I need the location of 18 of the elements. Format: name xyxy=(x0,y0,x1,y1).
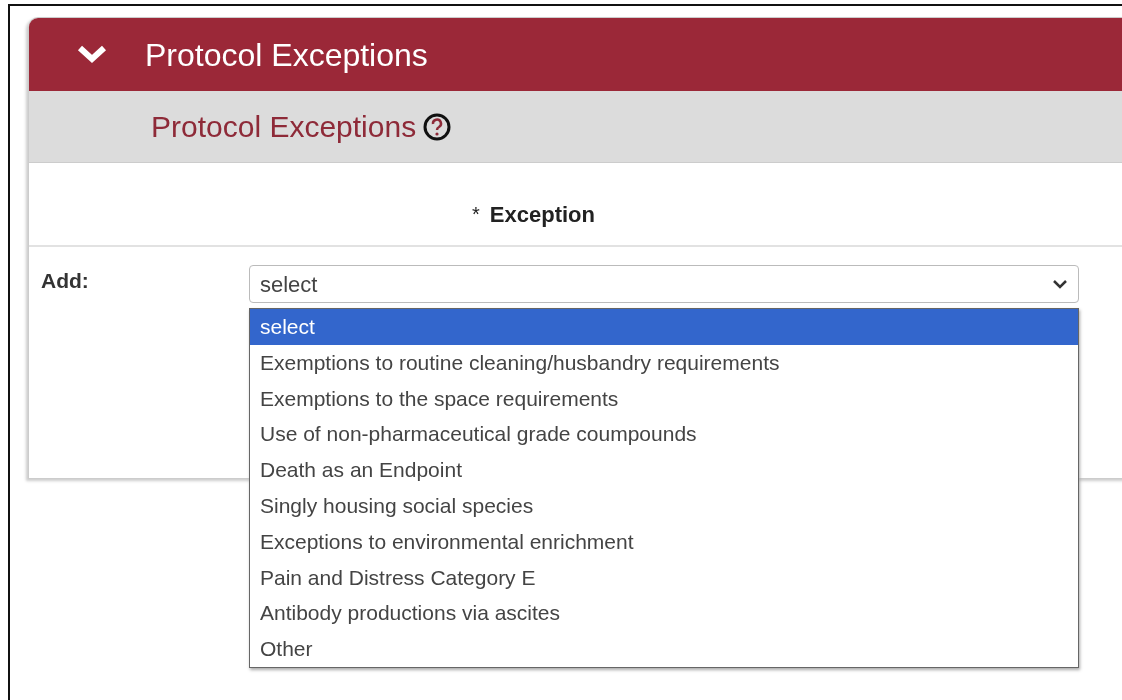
dropdown-option[interactable]: Exceptions to environmental enrichment xyxy=(250,523,1078,560)
section-title: Protocol Exceptions xyxy=(151,109,417,145)
help-icon[interactable] xyxy=(422,111,453,142)
dropdown-option[interactable]: select xyxy=(250,309,1078,345)
required-mark: * xyxy=(472,202,480,227)
dropdown-option[interactable]: Use of non-pharmaceutical grade coumpounds xyxy=(250,416,1078,453)
dropdown-option[interactable]: Singly housing social species xyxy=(250,488,1078,524)
caret-icon xyxy=(1052,278,1068,290)
column-header: Exception xyxy=(489,200,595,229)
dropdown-option[interactable]: Other xyxy=(250,631,1078,667)
dropdown-option[interactable]: Antibody productions via ascites xyxy=(250,595,1078,632)
dropdown-option[interactable]: Exemptions to routine cleaning/husbandry requirements xyxy=(250,344,1078,381)
dropdown-option[interactable]: Pain and Distress Category E xyxy=(250,559,1078,596)
dropdown-option[interactable]: Death as an Endpoint xyxy=(250,452,1078,488)
panel-title: Protocol Exceptions xyxy=(145,35,428,75)
panel-header[interactable]: Protocol Exceptions xyxy=(29,18,1122,91)
dropdown-option[interactable]: Exemptions to the space requirements xyxy=(250,380,1078,417)
add-label: Add: xyxy=(41,268,90,294)
